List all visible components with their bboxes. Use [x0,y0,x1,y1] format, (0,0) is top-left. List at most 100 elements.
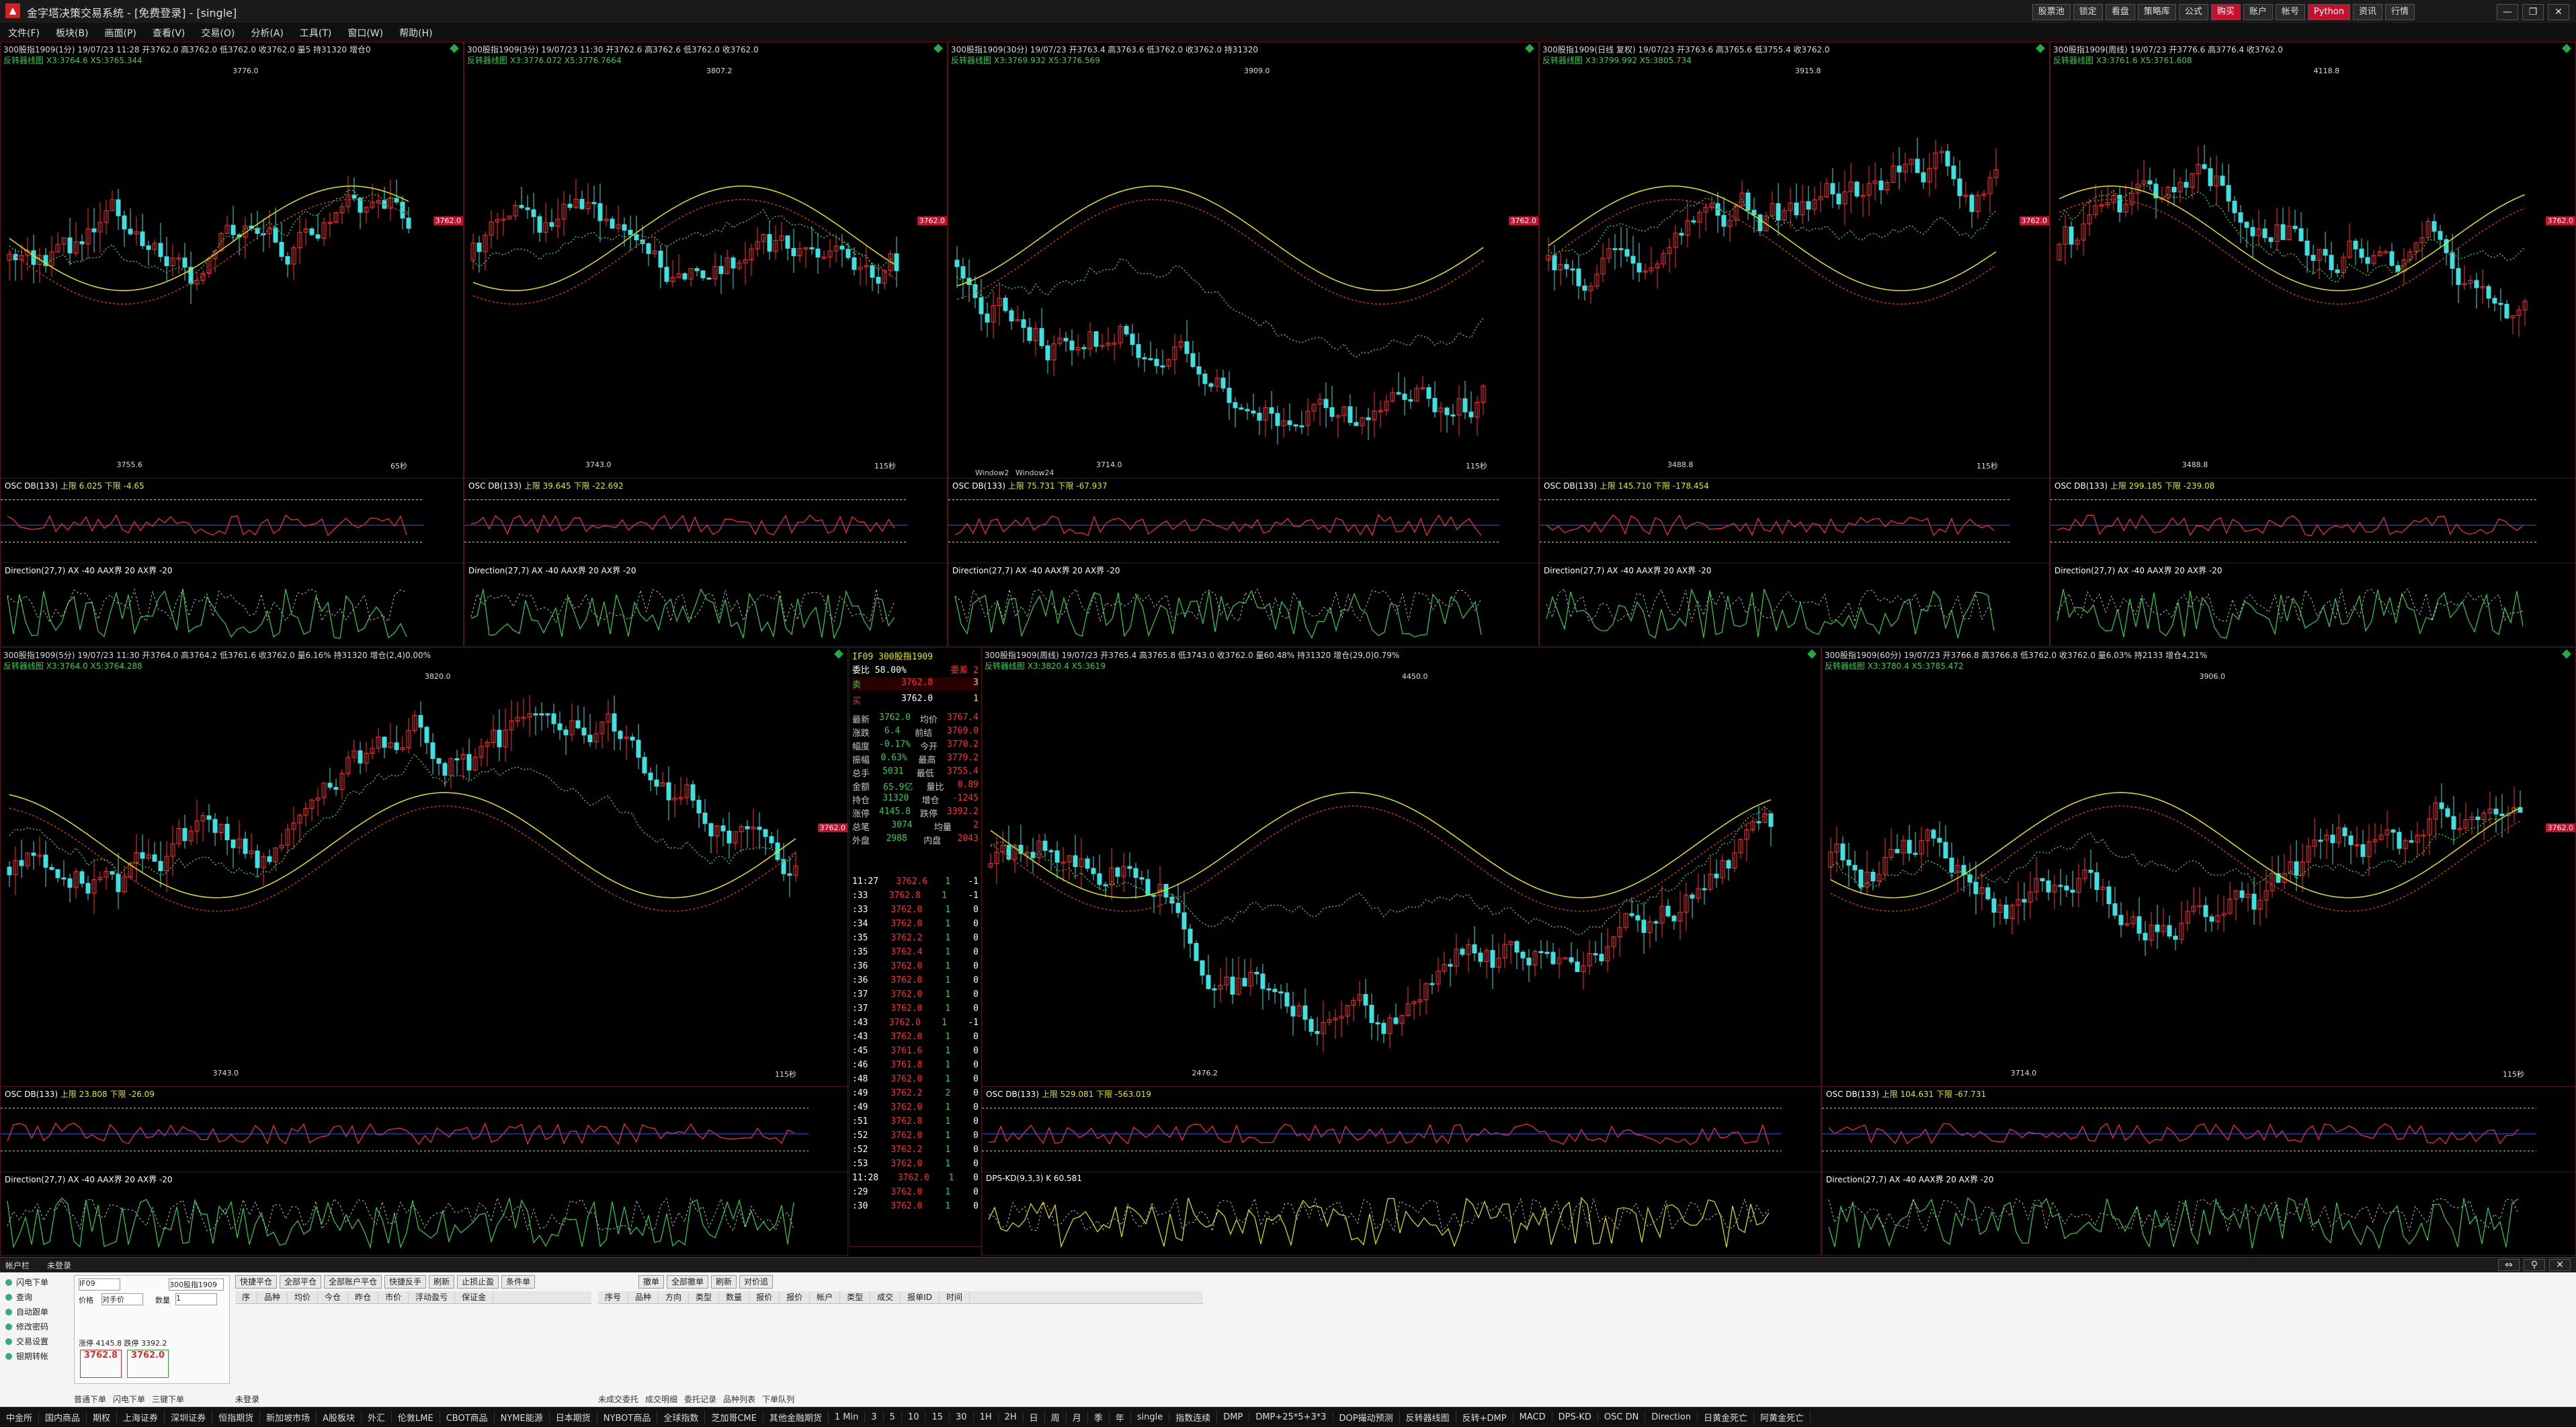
chart-panel-4[interactable]: 300股指1909(日线 复权) 19/07/23 开3763.6 高3765.… [1539,42,2050,647]
top-button-stock-pool[interactable]: 股票池 [2032,4,2071,20]
statusbar-item[interactable]: 国内商品 [39,1411,87,1424]
tab-fills[interactable]: 成交明细 [645,1393,677,1405]
tab-order-history[interactable]: 委托记录 [684,1393,716,1405]
statusbar-item[interactable]: 3 [865,1412,884,1422]
stop-loss-button[interactable]: 止损止盈 [457,1275,499,1289]
quick-close-button[interactable]: 快捷平仓 [235,1275,278,1289]
menu-layout[interactable]: 画面(P) [97,23,144,42]
statusbar-item[interactable]: 伦敦LME [392,1411,440,1424]
refresh-positions-button[interactable]: 刷新 [429,1275,455,1289]
restore-icon[interactable]: ❐ [2522,4,2544,20]
menu-sector[interactable]: 板块(B) [48,23,97,42]
statusbar-item[interactable]: 2H [999,1412,1024,1422]
sell-button[interactable]: 3762.8 [80,1350,122,1378]
order-column-header[interactable]: 成交 [870,1291,901,1303]
statusbar-item[interactable]: 外汇 [362,1411,392,1424]
chart-panel-8[interactable]: 300股指1909(60分) 19/07/23 开3766.8 高3766.8 … [1821,647,2576,1256]
menu-window[interactable]: 窗口(W) [339,23,391,42]
tab-pending-orders[interactable]: 未成交委托 [598,1393,638,1405]
order-column-header[interactable]: 类型 [689,1291,720,1303]
top-button-formula[interactable]: 公式 [2178,4,2208,20]
order-column-header[interactable]: 数量 [719,1291,750,1303]
order-column-header[interactable]: 报价 [749,1291,780,1303]
close-all-accounts-button[interactable]: 全部账户平仓 [324,1275,382,1289]
cancel-order-button[interactable]: 撤单 [638,1275,665,1289]
chart-panel-2[interactable]: 300股指1909(3分) 19/07/23 11:30 开3762.6 高37… [464,42,948,647]
quote-sell-row[interactable]: 卖 3762.8 3 [852,678,979,691]
statusbar-item[interactable]: 新加坡市场 [260,1411,317,1424]
chart-panel-1[interactable]: 300股指1909(1分) 19/07/23 11:28 开3762.0 高37… [0,42,464,647]
statusbar-item[interactable]: 日本期货 [550,1411,597,1424]
position-column-header[interactable]: 昨仓 [348,1291,379,1303]
nav-change-password[interactable]: 修改密码 [1,1319,69,1334]
statusbar-item[interactable]: DMP [1217,1412,1250,1422]
price-type-select[interactable]: 对手价 [101,1293,143,1305]
quick-reverse-button[interactable]: 快捷反手 [384,1275,427,1289]
statusbar-item[interactable]: 15 [925,1412,950,1422]
statusbar-item[interactable]: 其他金融期货 [763,1411,829,1424]
chart-panel-5[interactable]: 300股指1909(周线) 19/07/23 开3776.6 高3776.4 收… [2050,42,2576,647]
close-panel-icon[interactable]: ✕ [2549,1259,2571,1271]
statusbar-item[interactable]: NYME能源 [495,1411,550,1424]
menu-tools[interactable]: 工具(T) [292,23,339,42]
statusbar-item[interactable]: 季 [1088,1411,1110,1424]
tab-normal-order[interactable]: 普通下单 [74,1393,106,1405]
order-column-header[interactable]: 时间 [940,1291,970,1303]
position-column-header[interactable]: 保证金 [455,1291,494,1303]
order-column-header[interactable]: 帐户 [810,1291,841,1303]
top-button-login[interactable]: 帐号 [2275,4,2305,20]
statusbar-item[interactable]: 年 [1110,1411,1131,1424]
top-button-news[interactable]: 资讯 [2352,4,2382,20]
chart-panel-3[interactable]: 300股指1909(30分) 19/07/23 开3763.4 高3763.6 … [948,42,1539,647]
order-column-header[interactable]: 报单ID [901,1291,940,1303]
statusbar-item[interactable]: 中金所 [0,1411,40,1424]
statusbar-item[interactable]: 反转器线图 [1400,1411,1456,1424]
minimize-icon[interactable]: — [2497,4,2518,20]
menu-file[interactable]: 文件(F) [0,23,48,42]
close-all-button[interactable]: 全部平仓 [280,1275,322,1289]
account-tab[interactable]: 帐户栏 [5,1260,30,1271]
order-column-header[interactable]: 品种 [628,1291,659,1303]
statusbar-item[interactable]: 深圳证券 [165,1411,213,1424]
tab-instruments[interactable]: 品种列表 [723,1393,755,1405]
login-status-tab[interactable]: 未登录 [47,1260,71,1271]
statusbar-item[interactable]: 1 Min [829,1412,866,1422]
statusbar-item[interactable]: NYBOT商品 [597,1411,658,1424]
quote-buy-row[interactable]: 买 3762.0 1 [852,694,979,707]
order-column-header[interactable]: 方向 [659,1291,690,1303]
chase-price-button[interactable]: 对价追 [739,1275,774,1289]
qty-input[interactable]: 1 [175,1293,217,1305]
statusbar-item[interactable]: DOP撮动预测 [1333,1411,1400,1424]
buy-button[interactable]: 3762.0 [127,1350,169,1378]
top-button-lock[interactable]: 锁定 [2073,4,2103,20]
position-column-header[interactable]: 均价 [288,1291,319,1303]
statusbar-item[interactable]: 日黄金死亡 [1698,1411,1755,1424]
top-button-strategy[interactable]: 策略库 [2137,4,2176,20]
menu-trade[interactable]: 交易(O) [193,23,243,42]
tab-three-key-order[interactable]: 三键下单 [152,1393,184,1405]
nav-auto-follow[interactable]: 自动跟单 [1,1305,69,1319]
position-column-header[interactable]: 市价 [378,1291,409,1303]
cancel-all-button[interactable]: 全部撤单 [667,1275,709,1289]
menu-help[interactable]: 帮助(H) [391,23,440,42]
chart-panel-6[interactable]: 300股指1909(5分) 19/07/23 11:30 开3764.0 高37… [0,647,848,1256]
position-column-header[interactable]: 浮动盈亏 [409,1291,456,1303]
position-column-header[interactable]: 今仓 [318,1291,349,1303]
statusbar-item[interactable]: single [1131,1412,1170,1422]
statusbar-item[interactable]: 芝加哥CME [705,1411,763,1424]
statusbar-item[interactable]: 周 [1045,1411,1067,1424]
refresh-orders-button[interactable]: 刷新 [711,1275,737,1289]
menu-view[interactable]: 查看(V) [144,23,194,42]
statusbar-item[interactable]: 上海证券 [117,1411,165,1424]
statusbar-item[interactable]: DMP+25*5+3*3 [1249,1412,1333,1422]
menu-analysis[interactable]: 分析(A) [243,23,292,42]
chart-panel-7[interactable]: 300股指1909(周线) 19/07/23 开3765.4 高3765.8 低… [981,647,1821,1256]
statusbar-item[interactable]: 月 [1067,1411,1088,1424]
statusbar-item[interactable]: 全球指数 [657,1411,706,1424]
top-button-account[interactable]: 账户 [2243,4,2273,20]
statusbar-item[interactable]: 1H [974,1412,999,1422]
statusbar-item[interactable]: CBOT商品 [440,1411,495,1424]
statusbar-item[interactable]: 日 [1024,1411,1045,1424]
order-column-header[interactable]: 报价 [780,1291,811,1303]
order-column-header[interactable]: 序号 [598,1291,629,1303]
